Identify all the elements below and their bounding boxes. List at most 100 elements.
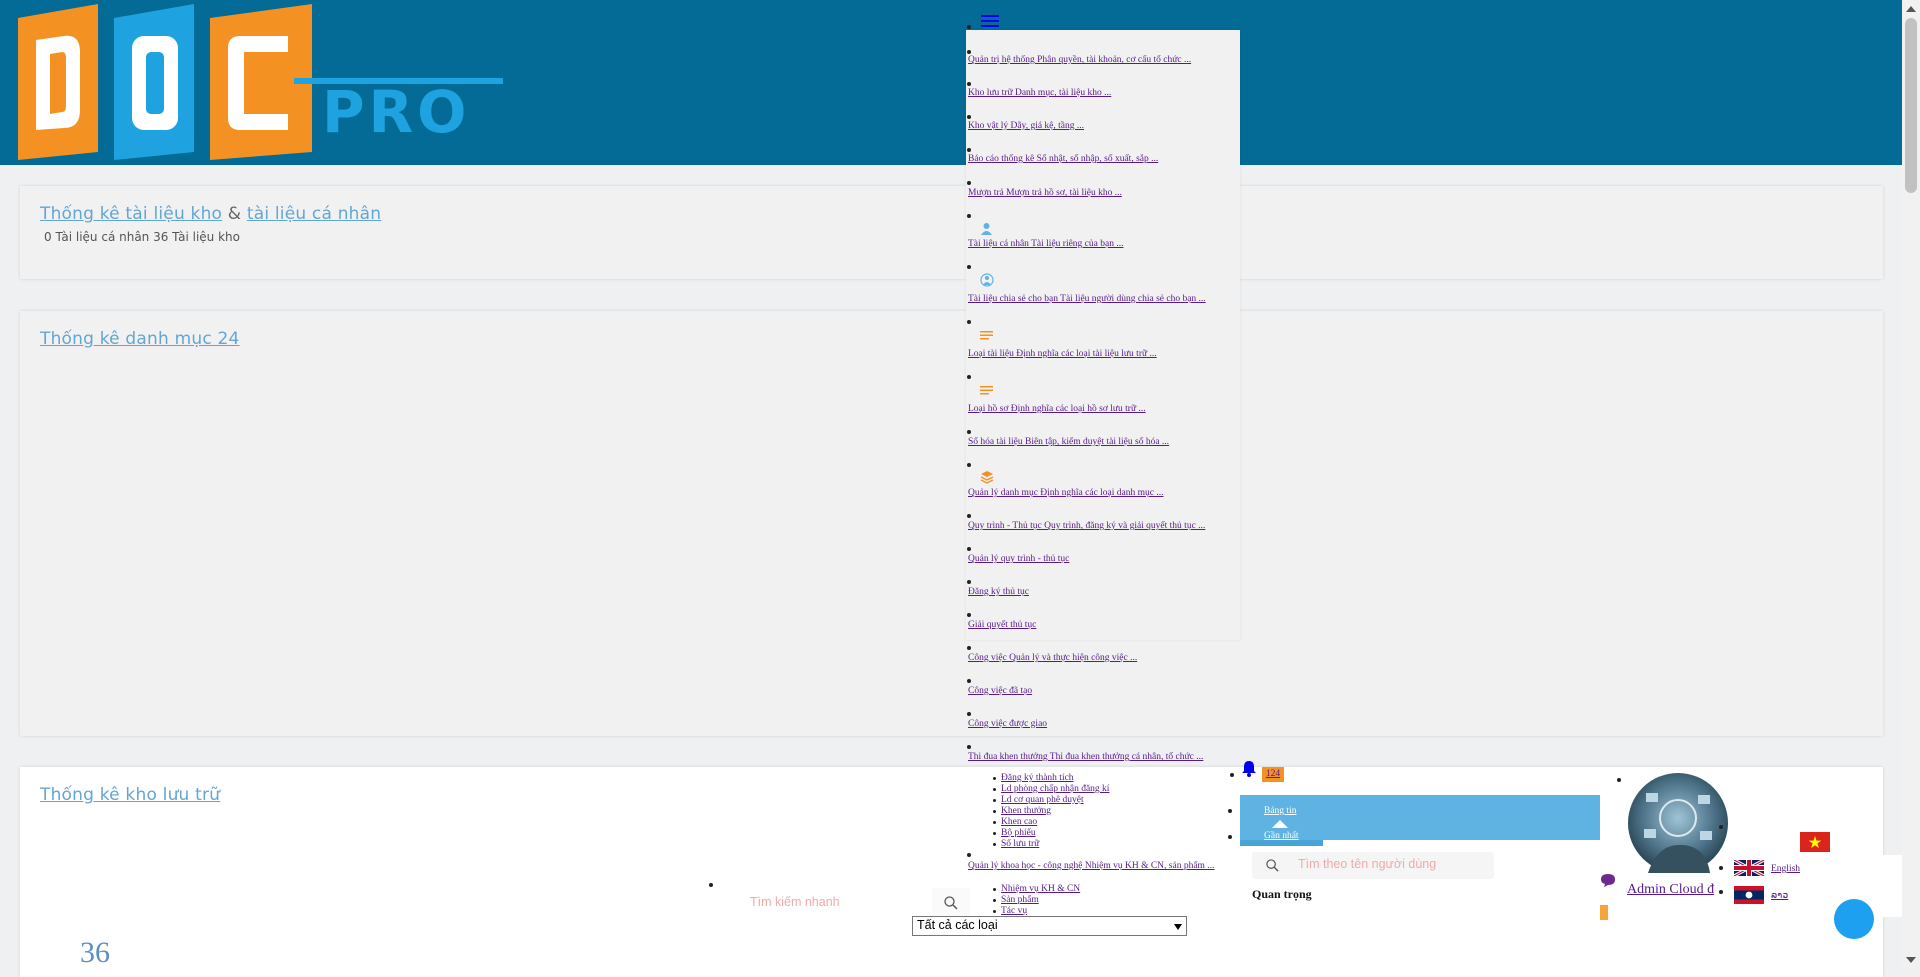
submenu-award-register[interactable]: Đăng ký thành tích xyxy=(1001,773,1074,783)
lang-bullet xyxy=(1719,825,1723,829)
menu-item-category-mgmt[interactable]: Quản lý danh mục Định nghĩa các loại dan… xyxy=(968,488,1164,498)
menu-bullet xyxy=(967,463,971,467)
storage-stats-link[interactable]: Thống kê kho lưu trữ xyxy=(40,785,220,805)
menu-item-doc-types[interactable]: Loại tài liệu Định nghĩa các loại tài li… xyxy=(968,349,1157,359)
menu-item-borrow-return[interactable]: Mượn trả Mượn trả hồ sơ, tài liệu kho ..… xyxy=(968,188,1122,198)
submenu-bullet xyxy=(993,843,996,846)
ampersand: & xyxy=(227,204,242,224)
submenu-science-tasks[interactable]: Nhiệm vụ KH & CN xyxy=(1001,884,1080,894)
scroll-thumb[interactable] xyxy=(1905,18,1917,193)
user-icon xyxy=(981,223,992,235)
menu-bullet xyxy=(967,853,971,857)
chat-fab-button[interactable] xyxy=(1834,899,1874,939)
menu-bullet xyxy=(967,679,971,683)
stats-card: Thống kê tài liệu kho & tài liệu cá nhân… xyxy=(20,186,1883,279)
chat-icon[interactable] xyxy=(1600,873,1616,888)
menu-bullet xyxy=(967,148,971,152)
scroll-up-icon[interactable] xyxy=(1906,6,1916,12)
menu-item-shared-docs[interactable]: Tài liệu chia sẻ cho bạn Tài liệu người … xyxy=(968,294,1206,304)
uk-flag-icon[interactable] xyxy=(1734,860,1764,876)
submenu-award-ballot[interactable]: Bộ phiếu xyxy=(1001,828,1036,838)
menu-bullet xyxy=(967,50,971,54)
caret-up-icon xyxy=(1272,820,1288,828)
category-card: Thống kê danh mục 24 xyxy=(20,311,1883,736)
submenu-bullet xyxy=(993,810,996,813)
submenu-science-products[interactable]: Sản phẩm xyxy=(1001,895,1039,905)
lang-bullet xyxy=(1719,890,1723,894)
menu-item-register-procedure[interactable]: Đăng ký thủ tục xyxy=(968,587,1029,597)
chevron-down-icon xyxy=(1174,924,1182,930)
orange-marker xyxy=(1600,905,1608,920)
menu-item-reports[interactable]: Báo cáo thống kê Số nhật, số nhập, số xu… xyxy=(968,154,1158,164)
menu-item-record-types[interactable]: Loại hồ sơ Định nghĩa các loại hồ sơ lưu… xyxy=(968,404,1146,414)
search-icon xyxy=(944,896,958,910)
hamburger-icon[interactable] xyxy=(981,14,999,28)
laos-flag-icon[interactable] xyxy=(1734,886,1764,904)
menu-bullet xyxy=(967,430,971,434)
submenu-science-actions[interactable]: Tác vụ xyxy=(1001,906,1027,916)
menu-item-digitization[interactable]: Số hóa tài liệu Biên tập, kiểm duyệt tài… xyxy=(968,437,1169,447)
submenu-award-high[interactable]: Khen cao xyxy=(1001,817,1037,827)
menu-item-tasks-assigned[interactable]: Công việc được giao xyxy=(968,719,1047,729)
svg-text:PRO: PRO xyxy=(322,78,470,146)
lang-english[interactable]: English xyxy=(1771,864,1800,874)
important-label[interactable]: Quan trọng xyxy=(1252,887,1312,902)
layers-icon xyxy=(980,471,994,484)
quick-search-button[interactable] xyxy=(932,888,970,918)
menu-item-process-mgmt[interactable]: Quản lý quy trình - thủ tục xyxy=(968,554,1069,564)
submenu-award-archive-book[interactable]: Sổ lưu trữ xyxy=(1001,839,1039,849)
scroll-down-icon[interactable] xyxy=(1906,957,1916,963)
menu-bullet xyxy=(967,514,971,518)
menu-item-resolve-procedure[interactable]: Giải quyết thủ tục xyxy=(968,620,1036,630)
storage-count: 36 xyxy=(80,936,110,969)
menu-item-emulation-awards[interactable]: Thi đua khen thưởng Thi đua khen thưởng … xyxy=(968,752,1203,762)
menu-item-tasks[interactable]: Công việc Quản lý và thực hiện công việc… xyxy=(968,653,1137,663)
submenu-award-commend[interactable]: Khen thưởng xyxy=(1001,806,1051,816)
menu-item-procedures[interactable]: Quy trình - Thủ tục Quy trình, đăng ký v… xyxy=(968,521,1205,531)
menu-item-archive[interactable]: Kho lưu trữ Danh mục, tài liệu kho ... xyxy=(968,88,1111,98)
avatar[interactable] xyxy=(1628,773,1728,873)
notif-tab-bullet xyxy=(1228,809,1232,813)
submenu-award-org-approve[interactable]: Ld cơ quan phê duyệt xyxy=(1001,795,1084,805)
menu-item-tasks-created[interactable]: Công việc đã tạo xyxy=(968,686,1032,696)
record-type-icon xyxy=(980,386,993,395)
docpro-logo[interactable]: PRO xyxy=(18,4,503,160)
category-stats-link[interactable]: Thống kê danh mục 24 xyxy=(40,329,240,349)
user-search-placeholder: Tìm theo tên người dùng xyxy=(1298,857,1437,871)
notif-tab-bullet xyxy=(1228,835,1232,839)
menu-bullet xyxy=(967,181,971,185)
menu-bullet xyxy=(967,82,971,86)
lang-lao[interactable]: ລາວ xyxy=(1771,890,1788,901)
menu-item-science-tech[interactable]: Quản lý khoa học - công nghệ Nhiệm vụ KH… xyxy=(968,861,1214,871)
personal-docs-link[interactable]: tài liệu cá nhân xyxy=(247,204,381,224)
submenu-bullet xyxy=(993,832,996,835)
menu-item-system-admin[interactable]: Quản trị hệ thống Phân quyền, tài khoản,… xyxy=(968,55,1191,65)
submenu-bullet xyxy=(993,821,996,824)
menu-bullet xyxy=(967,712,971,716)
user-name-link[interactable]: Admin Cloud đ xyxy=(1627,882,1714,898)
bell-icon[interactable] xyxy=(1241,760,1257,777)
page-scrollbar[interactable] xyxy=(1902,0,1920,969)
menu-bullet xyxy=(967,580,971,584)
submenu-bullet xyxy=(993,799,996,802)
warehouse-docs-link[interactable]: Thống kê tài liệu kho xyxy=(40,204,222,224)
tab-news[interactable]: Bảng tin xyxy=(1264,806,1296,816)
doc-type-icon xyxy=(980,331,993,340)
category-card-title[interactable]: Thống kê danh mục 24 xyxy=(40,329,240,349)
notification-count-badge[interactable]: 124 xyxy=(1262,767,1284,782)
quick-search-input[interactable]: Tìm kiếm nhanh xyxy=(690,888,940,916)
doc-type-filter-value: Tất cả các loại xyxy=(917,918,998,932)
vietnam-flag-icon[interactable] xyxy=(1800,832,1830,852)
storage-card-title[interactable]: Thống kê kho lưu trữ xyxy=(40,785,220,805)
shared-users-icon xyxy=(980,273,994,287)
storage-card: Thống kê kho lưu trữ xyxy=(20,767,1883,977)
menu-bullet xyxy=(967,375,971,379)
user-search-input[interactable]: Tìm theo tên người dùng xyxy=(1252,852,1494,879)
submenu-award-dept-approve[interactable]: Ld phòng chấp nhận đăng kí xyxy=(1001,784,1109,794)
lang-bullet xyxy=(1719,866,1723,870)
doc-type-filter-select[interactable]: Tất cả các loại xyxy=(912,916,1187,936)
menu-item-personal-docs[interactable]: Tài liệu cá nhân Tài liệu riêng của bạn … xyxy=(968,239,1123,249)
menu-item-physical-store[interactable]: Kho vật lý Dãy, giá kệ, tầng ... xyxy=(968,121,1084,131)
menu-bullet xyxy=(967,115,971,119)
stats-card-title: Thống kê tài liệu kho & tài liệu cá nhân xyxy=(40,204,381,224)
